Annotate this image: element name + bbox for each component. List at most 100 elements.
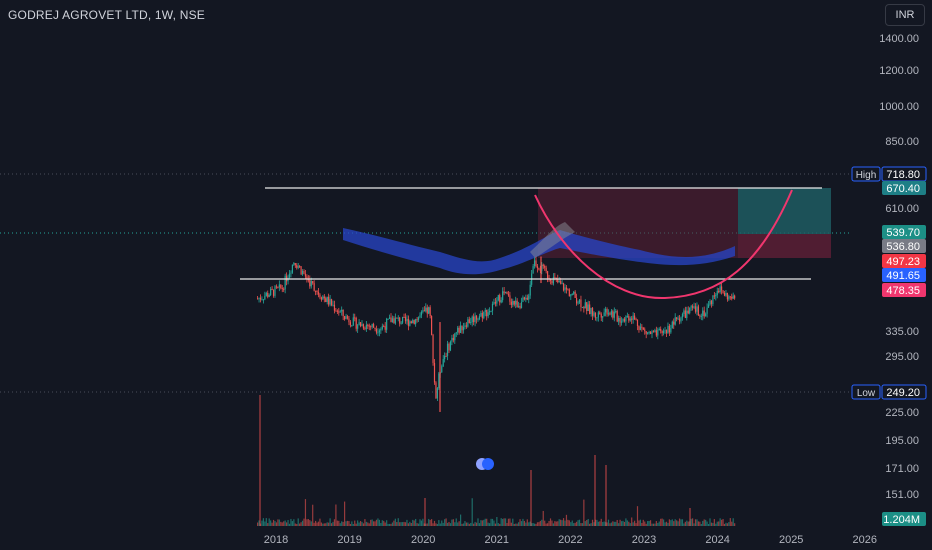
volume-bar xyxy=(477,518,479,526)
volume-bar xyxy=(625,518,627,526)
volume-bar xyxy=(520,521,523,526)
candle-body xyxy=(671,321,673,329)
volume-bar xyxy=(499,523,501,526)
candle-body xyxy=(573,291,575,294)
volume-bar xyxy=(680,519,682,526)
volume-bar xyxy=(326,522,328,526)
volume-bar xyxy=(538,522,540,526)
volume-bar xyxy=(600,518,602,526)
candle-body xyxy=(529,284,531,296)
candle-body xyxy=(684,310,686,318)
candle-body xyxy=(596,317,598,319)
volume-bar xyxy=(342,521,344,526)
candle-body xyxy=(674,317,676,325)
volume-bar xyxy=(278,519,280,526)
time-tick-label: 2020 xyxy=(411,534,435,546)
volume-bar xyxy=(636,506,639,526)
candle-body xyxy=(560,281,562,284)
target-zone[interactable] xyxy=(738,188,831,234)
candle-body xyxy=(303,270,305,274)
volume-bar xyxy=(541,519,543,526)
volume-bar xyxy=(584,521,586,526)
candle-body xyxy=(470,322,472,324)
volume-bar xyxy=(573,523,575,526)
volume-bar xyxy=(320,522,322,526)
candle-body xyxy=(452,337,454,341)
chart-canvas[interactable]: 1400.00 1200.00 1000.00 850.00 610.00 335.00 2… xyxy=(0,0,932,550)
candle-body xyxy=(339,311,341,313)
volume-bar xyxy=(449,523,452,526)
candle-body xyxy=(692,306,694,308)
candle-body xyxy=(454,333,456,341)
candle-body xyxy=(594,312,597,318)
candle-body xyxy=(725,292,727,296)
candle-body xyxy=(480,312,482,317)
candle-body xyxy=(533,260,536,267)
volume-bar xyxy=(387,523,389,526)
candle-body xyxy=(354,317,356,319)
candle-body xyxy=(551,280,553,284)
candle-body xyxy=(309,279,311,287)
candle-body xyxy=(565,287,568,290)
volume-bar xyxy=(436,523,438,526)
candle-body xyxy=(358,322,360,326)
volume-bar xyxy=(428,518,430,526)
volume-bar xyxy=(545,523,547,526)
volume-bar xyxy=(412,519,414,526)
candle-body xyxy=(629,318,631,321)
price-label-value: 478.35 xyxy=(886,285,920,297)
candle-body xyxy=(332,304,334,306)
candle-body xyxy=(600,314,602,318)
volume-bar xyxy=(400,522,402,526)
price-tick-label: 295.00 xyxy=(885,351,919,363)
volume-bar xyxy=(642,519,644,526)
volume-bar xyxy=(574,522,576,526)
volume-bar xyxy=(722,519,724,526)
candle-body xyxy=(312,281,314,284)
volume-bar xyxy=(470,522,472,526)
volume-bar xyxy=(616,519,618,526)
volume-bar xyxy=(323,523,325,526)
candle-body xyxy=(716,290,718,296)
candle-body xyxy=(651,331,653,335)
candle-body xyxy=(593,312,595,316)
candle-body xyxy=(362,324,365,329)
volume-bar xyxy=(519,519,521,526)
volume-bar xyxy=(587,518,589,526)
candle-body xyxy=(589,304,591,315)
volume-bar xyxy=(684,521,686,526)
candle-body xyxy=(728,296,730,300)
candle-body xyxy=(731,296,733,299)
volume-bar xyxy=(602,522,604,526)
stop-zone[interactable] xyxy=(738,234,831,258)
volume-bar xyxy=(663,519,665,526)
volume-bar xyxy=(697,521,699,526)
candle-body xyxy=(497,295,499,301)
volume-spike xyxy=(259,395,261,526)
volume-bar xyxy=(330,523,333,526)
volume-bar xyxy=(426,523,428,526)
price-label-value: 249.20 xyxy=(886,387,920,399)
volume-bar xyxy=(406,519,408,526)
time-tick-label: 2021 xyxy=(485,534,509,546)
volume-bar xyxy=(375,519,378,526)
indicator-toggle-icon-2[interactable] xyxy=(482,458,494,470)
candle-body xyxy=(655,330,657,336)
time-tick-label: 2026 xyxy=(853,534,877,546)
volume-bar xyxy=(533,523,536,526)
candle-body xyxy=(668,325,670,333)
volume-bar xyxy=(586,520,588,526)
candle-body xyxy=(654,330,656,333)
volume-bar xyxy=(468,523,470,526)
candle-body xyxy=(554,277,556,279)
candle-body xyxy=(632,315,634,320)
volume-bar xyxy=(522,518,524,526)
volume-bar xyxy=(307,519,309,526)
time-axis[interactable]: 2018 2019 2020 2021 2022 2023 2024 2025 2026 xyxy=(264,534,877,546)
candle-body xyxy=(416,319,418,321)
volume-bar xyxy=(280,521,282,526)
volume-bar xyxy=(523,520,525,526)
volume-bar xyxy=(465,522,467,526)
candle-body xyxy=(407,318,409,326)
price-label-value: 1.204M xyxy=(883,514,920,526)
